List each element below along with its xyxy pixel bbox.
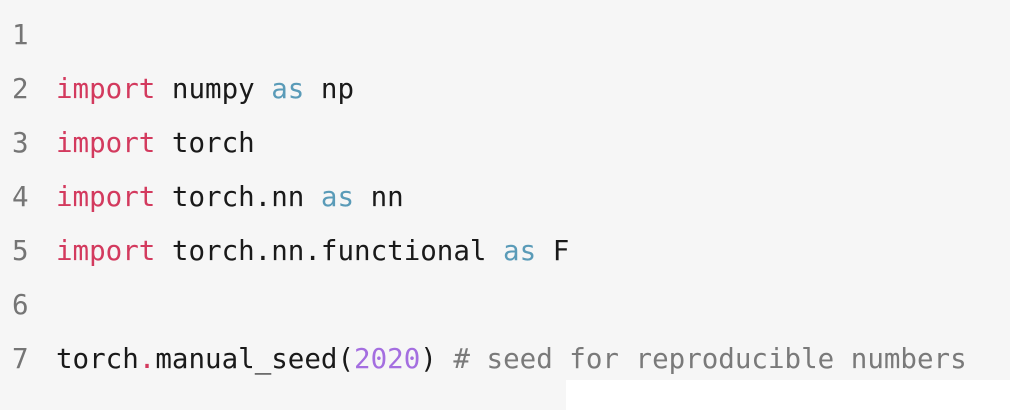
identifier-token: torch.nn.functional <box>155 235 504 267</box>
identifier-token: F <box>536 235 570 267</box>
keyword-token: import <box>56 127 156 159</box>
line-content: import numpy as np <box>50 68 354 110</box>
dot-operator-token: . <box>138 343 156 375</box>
line-content: torch.manual_seed(2020) # seed for repro… <box>50 338 967 380</box>
keyword-token: import <box>56 181 156 213</box>
as-keyword-token: as <box>320 181 355 213</box>
identifier-token: nn <box>354 181 404 213</box>
line-number: 7 <box>12 343 29 375</box>
number-literal-token: 2020 <box>354 343 421 375</box>
identifier-token: np <box>304 73 355 105</box>
function-call-token: manual_seed( <box>155 343 355 375</box>
line-number: 2 <box>12 73 29 105</box>
identifier-token: torch <box>56 343 139 375</box>
code-line: 2 import numpy as np <box>0 62 967 116</box>
line-number: 6 <box>12 289 29 321</box>
code-block: 1 2 import numpy as np 3 import torch 4 … <box>0 0 1010 410</box>
line-content: import torch.nn as nn <box>50 176 404 218</box>
identifier-token: torch.nn <box>155 181 321 213</box>
code-line: 3 import torch <box>0 116 967 170</box>
line-number: 3 <box>12 127 29 159</box>
keyword-token: import <box>56 235 156 267</box>
comment-token: # seed for reproducible numbers <box>453 343 967 375</box>
line-content: import torch.nn.functional as F <box>50 230 569 272</box>
identifier-token: torch <box>155 127 255 159</box>
code-line: 1 <box>0 8 967 62</box>
code-line: 5 import torch.nn.functional as F <box>0 224 967 278</box>
line-number: 4 <box>12 181 29 213</box>
code-line: 7 torch.manual_seed(2020) # seed for rep… <box>0 332 967 386</box>
code-line: 6 <box>0 278 967 332</box>
code-lines: 1 2 import numpy as np 3 import torch 4 … <box>0 8 967 386</box>
code-line: 4 import torch.nn as nn <box>0 170 967 224</box>
line-number: 1 <box>12 19 29 51</box>
as-keyword-token: as <box>271 73 305 105</box>
line-number: 5 <box>12 235 29 267</box>
keyword-token: import <box>56 73 156 105</box>
as-keyword-token: as <box>503 235 537 267</box>
identifier-token: numpy <box>155 73 272 105</box>
paren-token: ) <box>420 343 454 375</box>
line-content: import torch <box>50 122 255 164</box>
